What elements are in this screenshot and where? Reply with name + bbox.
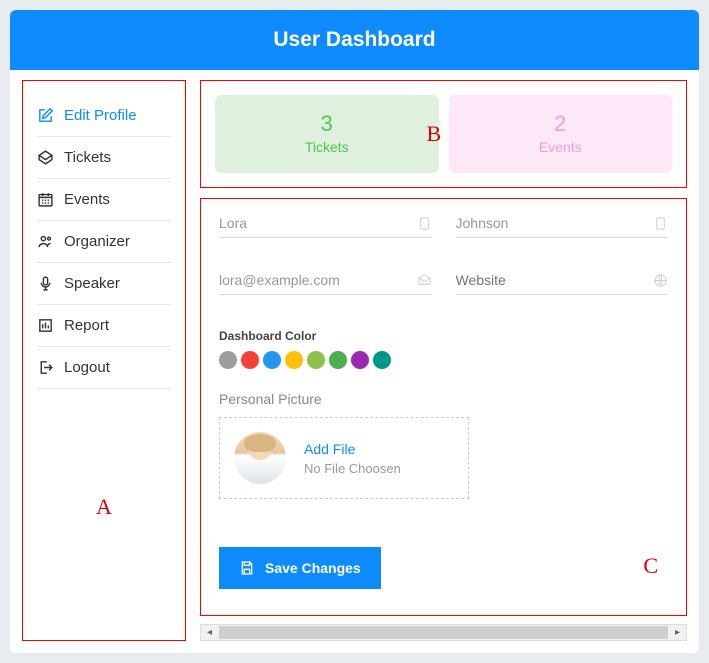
color-swatch[interactable]	[307, 351, 325, 369]
scroll-thumb[interactable]	[219, 626, 668, 639]
avatar	[234, 432, 286, 484]
upload-box[interactable]: Add File No File Choosen	[219, 417, 469, 499]
color-swatches	[219, 351, 668, 369]
sidebar-item-label: Report	[64, 317, 109, 334]
annotation-b: B	[426, 121, 441, 147]
website-field-wrap	[456, 272, 669, 295]
first-name-field-wrap	[219, 215, 432, 238]
stat-events-label: Events	[449, 139, 673, 155]
user-icon	[653, 216, 668, 231]
color-swatch[interactable]	[219, 351, 237, 369]
stat-tickets-label: Tickets	[215, 139, 439, 155]
website-input[interactable]	[456, 272, 654, 288]
sidebar-item-tickets[interactable]: Tickets	[37, 137, 171, 179]
ticket-icon	[37, 149, 54, 166]
sidebar-item-report[interactable]: Report	[37, 305, 171, 347]
sidebar-item-label: Speaker	[64, 275, 120, 292]
color-swatch[interactable]	[263, 351, 281, 369]
profile-form: Dashboard Color Personal Picture Add Fil…	[200, 198, 687, 616]
globe-icon	[653, 273, 668, 288]
stat-tickets-count: 3	[215, 111, 439, 137]
personal-picture-label: Personal Picture	[219, 391, 668, 407]
sidebar-item-speaker[interactable]: Speaker	[37, 263, 171, 305]
sidebar-item-logout[interactable]: Logout	[37, 347, 171, 389]
edit-icon	[37, 107, 54, 124]
email-field-wrap	[219, 272, 432, 295]
no-file-text: No File Choosen	[304, 461, 401, 476]
scroll-left-arrow[interactable]: ◂	[201, 625, 218, 640]
stat-events[interactable]: 2 Events	[449, 95, 673, 173]
organizer-icon	[37, 233, 54, 250]
report-icon	[37, 317, 54, 334]
sidebar-item-events[interactable]: Events	[37, 179, 171, 221]
sidebar-item-label: Tickets	[64, 149, 111, 166]
sidebar: Edit Profile Tickets Events Organizer Sp…	[22, 80, 186, 641]
stats-panel: 3 Tickets 2 Events B	[200, 80, 687, 188]
save-changes-button[interactable]: Save Changes	[219, 547, 381, 589]
sidebar-item-label: Edit Profile	[64, 107, 137, 124]
page-title: User Dashboard	[273, 28, 435, 51]
sidebar-item-organizer[interactable]: Organizer	[37, 221, 171, 263]
horizontal-scrollbar[interactable]: ◂ ▸	[200, 624, 687, 641]
mail-icon	[417, 273, 432, 288]
color-swatch[interactable]	[329, 351, 347, 369]
color-swatch[interactable]	[373, 351, 391, 369]
main-content: 3 Tickets 2 Events B	[200, 80, 687, 641]
stat-events-count: 2	[449, 111, 673, 137]
color-swatch[interactable]	[351, 351, 369, 369]
mic-icon	[37, 275, 54, 292]
stat-tickets[interactable]: 3 Tickets	[215, 95, 439, 173]
scroll-right-arrow[interactable]: ▸	[669, 625, 686, 640]
annotation-c: C	[643, 553, 658, 579]
color-swatch[interactable]	[241, 351, 259, 369]
last-name-field-wrap	[456, 215, 669, 238]
logout-icon	[37, 359, 54, 376]
first-name-input[interactable]	[219, 215, 417, 231]
dashboard-container: Edit Profile Tickets Events Organizer Sp…	[10, 70, 699, 653]
save-button-label: Save Changes	[265, 560, 361, 576]
dashboard-color-label: Dashboard Color	[219, 329, 668, 343]
add-file-link[interactable]: Add File	[304, 441, 401, 457]
sidebar-item-edit-profile[interactable]: Edit Profile	[37, 95, 171, 137]
user-icon	[417, 216, 432, 231]
sidebar-item-label: Events	[64, 191, 110, 208]
last-name-input[interactable]	[456, 215, 654, 231]
sidebar-item-label: Logout	[64, 359, 110, 376]
save-icon	[239, 560, 255, 576]
sidebar-item-label: Organizer	[64, 233, 130, 250]
email-input[interactable]	[219, 272, 417, 288]
calendar-icon	[37, 191, 54, 208]
page-header: User Dashboard	[10, 10, 699, 70]
annotation-a: A	[23, 494, 185, 520]
color-swatch[interactable]	[285, 351, 303, 369]
